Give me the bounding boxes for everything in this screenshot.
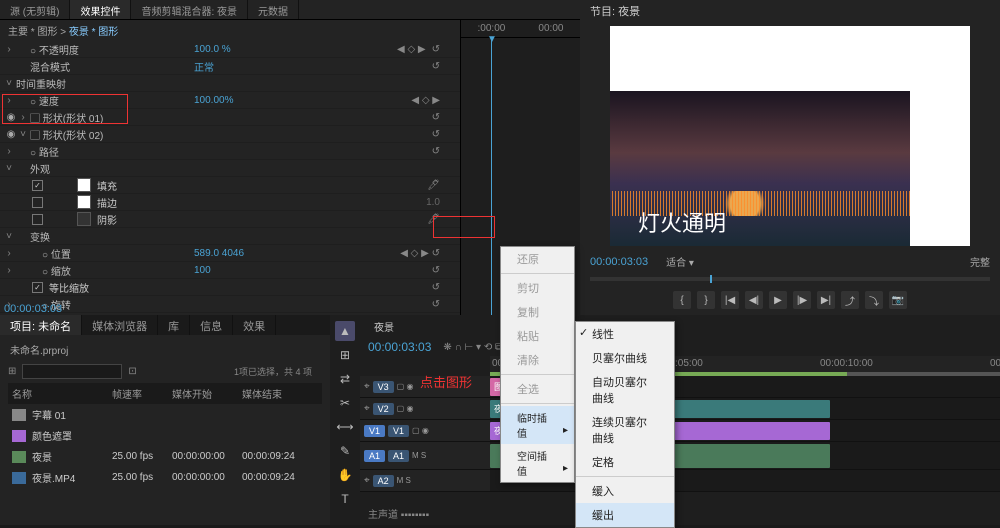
timeline-timecode[interactable]: 00:00:03:03 <box>368 340 431 354</box>
step-back-button[interactable]: ◀| <box>745 291 763 309</box>
lift-button[interactable]: ⤴ <box>841 291 859 309</box>
prop-speed[interactable]: ○ 速度 <box>14 93 194 108</box>
prop-appearance[interactable]: 外观 <box>14 161 194 176</box>
tab-audio-mixer[interactable]: 音频剪辑混合器: 夜景 <box>131 0 248 19</box>
context-submenu: 线性 贝塞尔曲线 自动贝塞尔曲线 连续贝塞尔曲线 定格 缓入 缓出 <box>575 321 675 528</box>
step-fwd-button[interactable]: |▶ <box>793 291 811 309</box>
project-selection-info: 1项已选择，共 4 项 <box>234 365 322 378</box>
effect-controls-panel: 主要 * 图形 > 夜景 * 图形 ›○ 不透明度100.0 %◀ ◇ ▶ ↺ … <box>0 20 460 315</box>
shadow-swatch[interactable] <box>77 212 91 226</box>
tab-effects[interactable]: 效果 <box>233 315 276 335</box>
tab-project[interactable]: 项目: 未命名 <box>0 315 82 335</box>
fit-dropdown[interactable]: 适合 ▾ <box>666 254 694 269</box>
prop-transform[interactable]: 变换 <box>14 229 194 244</box>
prop-opacity[interactable]: ○ 不透明度 <box>14 42 194 57</box>
project-item[interactable]: 字幕 01 <box>8 404 322 425</box>
slip-tool[interactable]: ⟷ <box>335 417 355 437</box>
bin-icon[interactable]: ⊞ <box>8 366 16 377</box>
ctx-paste: 粘贴 <box>501 324 574 348</box>
play-button[interactable]: ▶ <box>769 291 787 309</box>
ec-timecode[interactable]: 00:00:03:03 <box>4 303 62 315</box>
tab-effect-controls[interactable]: 效果控件 <box>70 0 131 19</box>
fill-swatch[interactable] <box>77 178 91 192</box>
project-item[interactable]: 夜景25.00 fps00:00:00:0000:00:09:24 <box>8 446 322 467</box>
ctx-temporal-interp[interactable]: 临时插值▸ <box>501 406 574 444</box>
stroke-swatch[interactable] <box>77 195 91 209</box>
ctx-spatial-interp[interactable]: 空间插值▸ <box>501 444 574 482</box>
tab-info[interactable]: 信息 <box>190 315 233 335</box>
visibility-icon[interactable]: ◉ <box>4 129 18 140</box>
uniform-scale-checkbox[interactable]: ✓ <box>32 282 43 293</box>
transport-controls: { } |◀ ◀| ▶ |▶ ▶| ⤴ ⤵ 📷 <box>580 285 1000 315</box>
context-menu: 还原 剪切 复制 粘贴 清除 全选 临时插值▸ 空间插值▸ <box>500 246 575 483</box>
program-preview[interactable]: 车水马龙 灯火通明 <box>610 26 970 246</box>
project-item[interactable]: 颜色遮罩 <box>8 425 322 446</box>
ec-playhead[interactable] <box>491 38 492 315</box>
project-search[interactable] <box>22 364 122 379</box>
prop-blend-mode[interactable]: 混合模式 <box>14 59 194 74</box>
prop-path[interactable]: ○ 路径 <box>14 144 194 159</box>
mark-out-button[interactable]: } <box>697 291 715 309</box>
pen-tool[interactable]: ✎ <box>335 441 355 461</box>
ctx-copy: 复制 <box>501 300 574 324</box>
tools-panel: ▲ ⊞ ⇄ ✂ ⟷ ✎ ✋ T <box>330 315 360 525</box>
go-to-out-button[interactable]: ▶| <box>817 291 835 309</box>
project-name: 未命名.prproj <box>8 339 322 360</box>
razor-tool[interactable]: ✂ <box>335 393 355 413</box>
program-monitor-panel: 节目: 夜景 车水马龙 灯火通明 00:00:03:03 适合 ▾ 完整 { }… <box>580 0 1000 315</box>
mark-in-button[interactable]: { <box>673 291 691 309</box>
ctx-clear: 清除 <box>501 348 574 372</box>
prop-position[interactable]: ○ 位置 <box>14 246 194 261</box>
ctx-undo: 还原 <box>501 247 574 271</box>
ctx-cut: 剪切 <box>501 276 574 300</box>
project-panel: 项目: 未命名 媒体浏览器 库 信息 效果 未命名.prproj ⊞ ⊡ 1项已… <box>0 315 330 525</box>
extract-button[interactable]: ⤵ <box>865 291 883 309</box>
program-scrubber[interactable] <box>590 277 990 281</box>
tab-media-browser[interactable]: 媒体浏览器 <box>82 315 158 335</box>
ctx-bezier[interactable]: 贝塞尔曲线 <box>576 346 674 370</box>
type-tool[interactable]: T <box>335 489 355 509</box>
prop-shape-1[interactable]: 形状(形状 01) <box>43 114 104 125</box>
prop-scale[interactable]: ○ 缩放 <box>14 263 194 278</box>
export-frame-button[interactable]: 📷 <box>889 291 907 309</box>
ctx-hold[interactable]: 定格 <box>576 450 674 474</box>
ec-breadcrumb: 主要 * 图形 > 夜景 * 图形 <box>0 20 460 41</box>
prop-time-remap[interactable]: 时间重映射 <box>14 76 194 91</box>
ctx-ease-in[interactable]: 缓入 <box>576 479 674 503</box>
ctx-auto-bezier[interactable]: 自动贝塞尔曲线 <box>576 370 674 410</box>
prop-shape-2[interactable]: 形状(形状 02) <box>43 131 104 142</box>
selection-tool[interactable]: ▲ <box>335 321 355 341</box>
ctx-select-all: 全选 <box>501 377 574 401</box>
ctx-ease-out[interactable]: 缓出 <box>576 503 674 527</box>
program-title: 节目: 夜景 <box>580 0 1000 22</box>
tab-source[interactable]: 源 (无剪辑) <box>0 0 70 19</box>
annotation-text: 点击图形 <box>420 372 472 391</box>
ripple-tool[interactable]: ⇄ <box>335 369 355 389</box>
sequence-name[interactable]: 夜景 <box>368 319 400 334</box>
program-timecode[interactable]: 00:00:03:03 <box>590 256 648 268</box>
go-to-in-button[interactable]: |◀ <box>721 291 739 309</box>
stroke-checkbox[interactable] <box>32 197 43 208</box>
tab-metadata[interactable]: 元数据 <box>248 0 299 19</box>
visibility-icon[interactable]: ◉ <box>4 112 18 123</box>
hand-tool[interactable]: ✋ <box>335 465 355 485</box>
title-text-1: 车水马龙 <box>874 36 962 68</box>
title-text-2: 灯火通明 <box>638 206 726 238</box>
timeline-panel: 夜景 00:00:03:03 ❋ ∩ ⊢ ▾ ⟲ ⧉ 00:00 00:00:0… <box>360 315 1000 525</box>
fill-checkbox[interactable]: ✓ <box>32 180 43 191</box>
tab-libraries[interactable]: 库 <box>158 315 190 335</box>
shadow-checkbox[interactable] <box>32 214 43 225</box>
track-select-tool[interactable]: ⊞ <box>335 345 355 365</box>
ctx-cont-bezier[interactable]: 连续贝塞尔曲线 <box>576 410 674 450</box>
resolution-dropdown[interactable]: 完整 <box>970 254 990 269</box>
ctx-linear[interactable]: 线性 <box>576 322 674 346</box>
project-item[interactable]: 夜景.MP425.00 fps00:00:00:0000:00:09:24 <box>8 467 322 488</box>
